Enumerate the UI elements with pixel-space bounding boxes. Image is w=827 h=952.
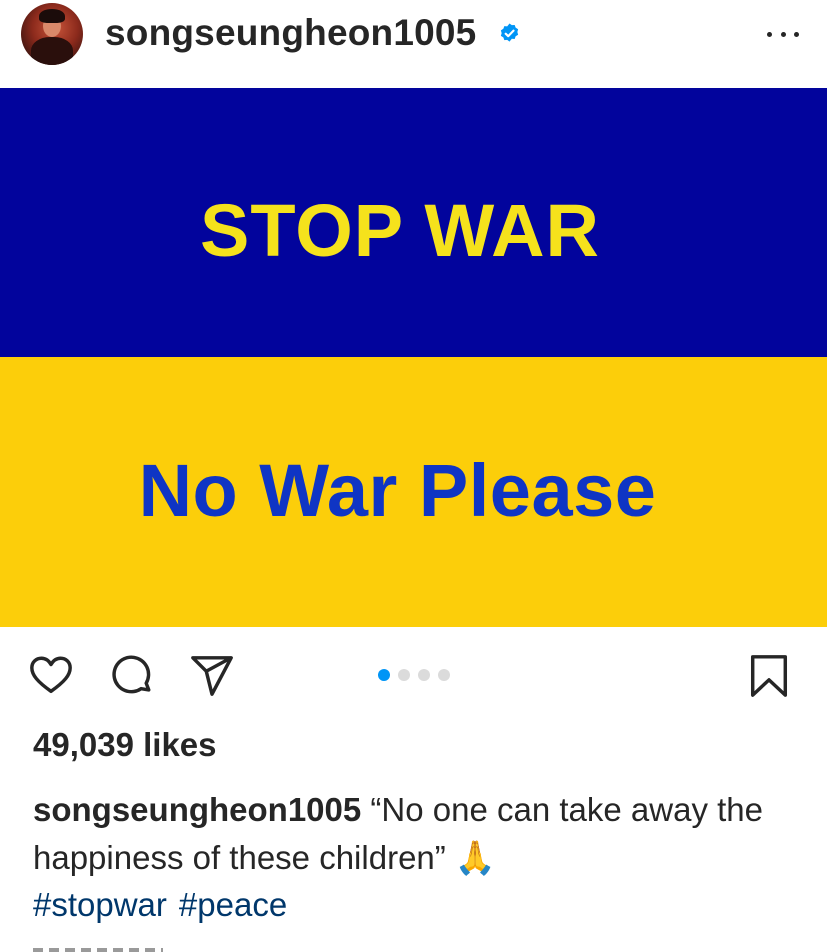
bookmark-icon[interactable] [746,653,792,699]
hashtag-link[interactable]: #stopwar [33,886,167,923]
image-text-bottom: No War Please [138,449,657,532]
comment-icon[interactable] [109,653,155,699]
verified-badge-icon [500,23,519,42]
post-header: songseungheon1005 [0,0,827,88]
hashtag-link[interactable]: #peace [179,886,287,923]
post-caption: songseungheon1005 “No one can take away … [33,786,793,882]
avatar-hair [39,9,65,23]
carousel-dot [418,669,430,681]
avatar[interactable] [21,3,83,65]
heart-icon[interactable] [28,653,74,699]
avatar-body [31,37,73,65]
post-image[interactable]: STOP WAR No War Please [0,88,827,627]
carousel-dot [438,669,450,681]
hashtag-list: #stopwar #peace [33,886,299,924]
carousel-indicator [378,669,450,681]
share-icon[interactable] [189,653,235,699]
action-bar [0,627,827,722]
carousel-dot-active [378,669,390,681]
image-text-top: STOP WAR [199,189,600,272]
like-count[interactable]: 49,039 likes [33,726,217,764]
post-username[interactable]: songseungheon1005 [105,12,476,54]
cropped-text-line [33,942,233,952]
carousel-dot [398,669,410,681]
caption-username[interactable]: songseungheon1005 [33,791,361,828]
more-options-icon[interactable] [767,18,799,50]
